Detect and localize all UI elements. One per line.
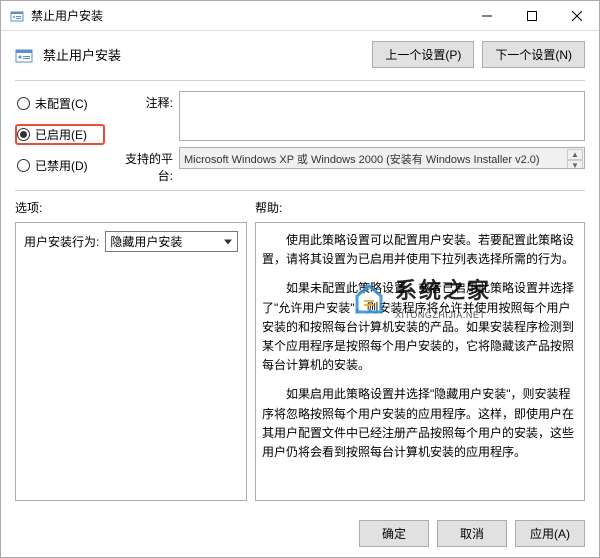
radio-not-configured[interactable]: 未配置(C) [15,93,105,114]
dropdown-value: 隐藏用户安装 [110,233,182,250]
options-panel: 用户安装行为: 隐藏用户安装 [15,222,247,501]
divider [15,190,585,191]
radio-icon [17,97,30,110]
help-paragraph: 如果未配置此策略设置，或者已启用此策略设置并选择了"允许用户安装"，则安装程序将… [262,279,578,375]
cancel-button[interactable]: 取消 [437,520,507,547]
maximize-button[interactable] [509,1,554,30]
minimize-button[interactable] [464,1,509,30]
next-setting-button[interactable]: 下一个设置(N) [482,41,585,68]
help-paragraph: 如果启用此策略设置并选择"隐藏用户安装"，则安装程序将忽略按照每个用户安装的应用… [262,385,578,462]
radio-icon [17,128,30,141]
platform-label: 支持的平台: [113,147,173,184]
radio-disabled[interactable]: 已禁用(D) [15,155,105,176]
help-paragraph: 使用此策略设置可以配置用户安装。若要配置此策略设置，请将其设置为已启用并使用下拉… [262,231,578,269]
help-panel: 系统之家 XITONGZHIJIA.NET 使用此策略设置可以配置用户安装。若要… [255,222,585,501]
apply-button[interactable]: 应用(A) [515,520,585,547]
radio-label: 已启用(E) [35,126,87,143]
ok-button[interactable]: 确定 [359,520,429,547]
radio-label: 已禁用(D) [35,157,88,174]
scroll-down-icon[interactable]: ▼ [567,160,583,169]
policy-icon [15,46,33,64]
scrollbar[interactable]: ▲ ▼ [567,149,583,167]
policy-title: 禁止用户安装 [43,45,362,64]
options-section-label: 选项: [15,199,255,216]
app-icon [9,8,25,24]
titlebar: 禁止用户安装 [1,1,599,31]
divider [15,80,585,81]
behavior-dropdown[interactable]: 隐藏用户安装 [105,231,238,252]
comment-input[interactable] [179,91,585,141]
comment-label: 注释: [113,91,173,111]
scroll-up-icon[interactable]: ▲ [567,149,583,160]
window-title: 禁止用户安装 [31,7,464,24]
platform-field: Microsoft Windows XP 或 Windows 2000 (安装有… [179,147,585,169]
prev-setting-button[interactable]: 上一个设置(P) [372,41,474,68]
radio-icon [17,159,30,172]
radio-enabled[interactable]: 已启用(E) [15,124,105,145]
help-section-label: 帮助: [255,199,585,216]
radio-label: 未配置(C) [35,95,88,112]
platform-value: Microsoft Windows XP 或 Windows 2000 (安装有… [184,154,540,166]
behavior-label: 用户安装行为: [24,233,99,250]
close-button[interactable] [554,1,599,30]
